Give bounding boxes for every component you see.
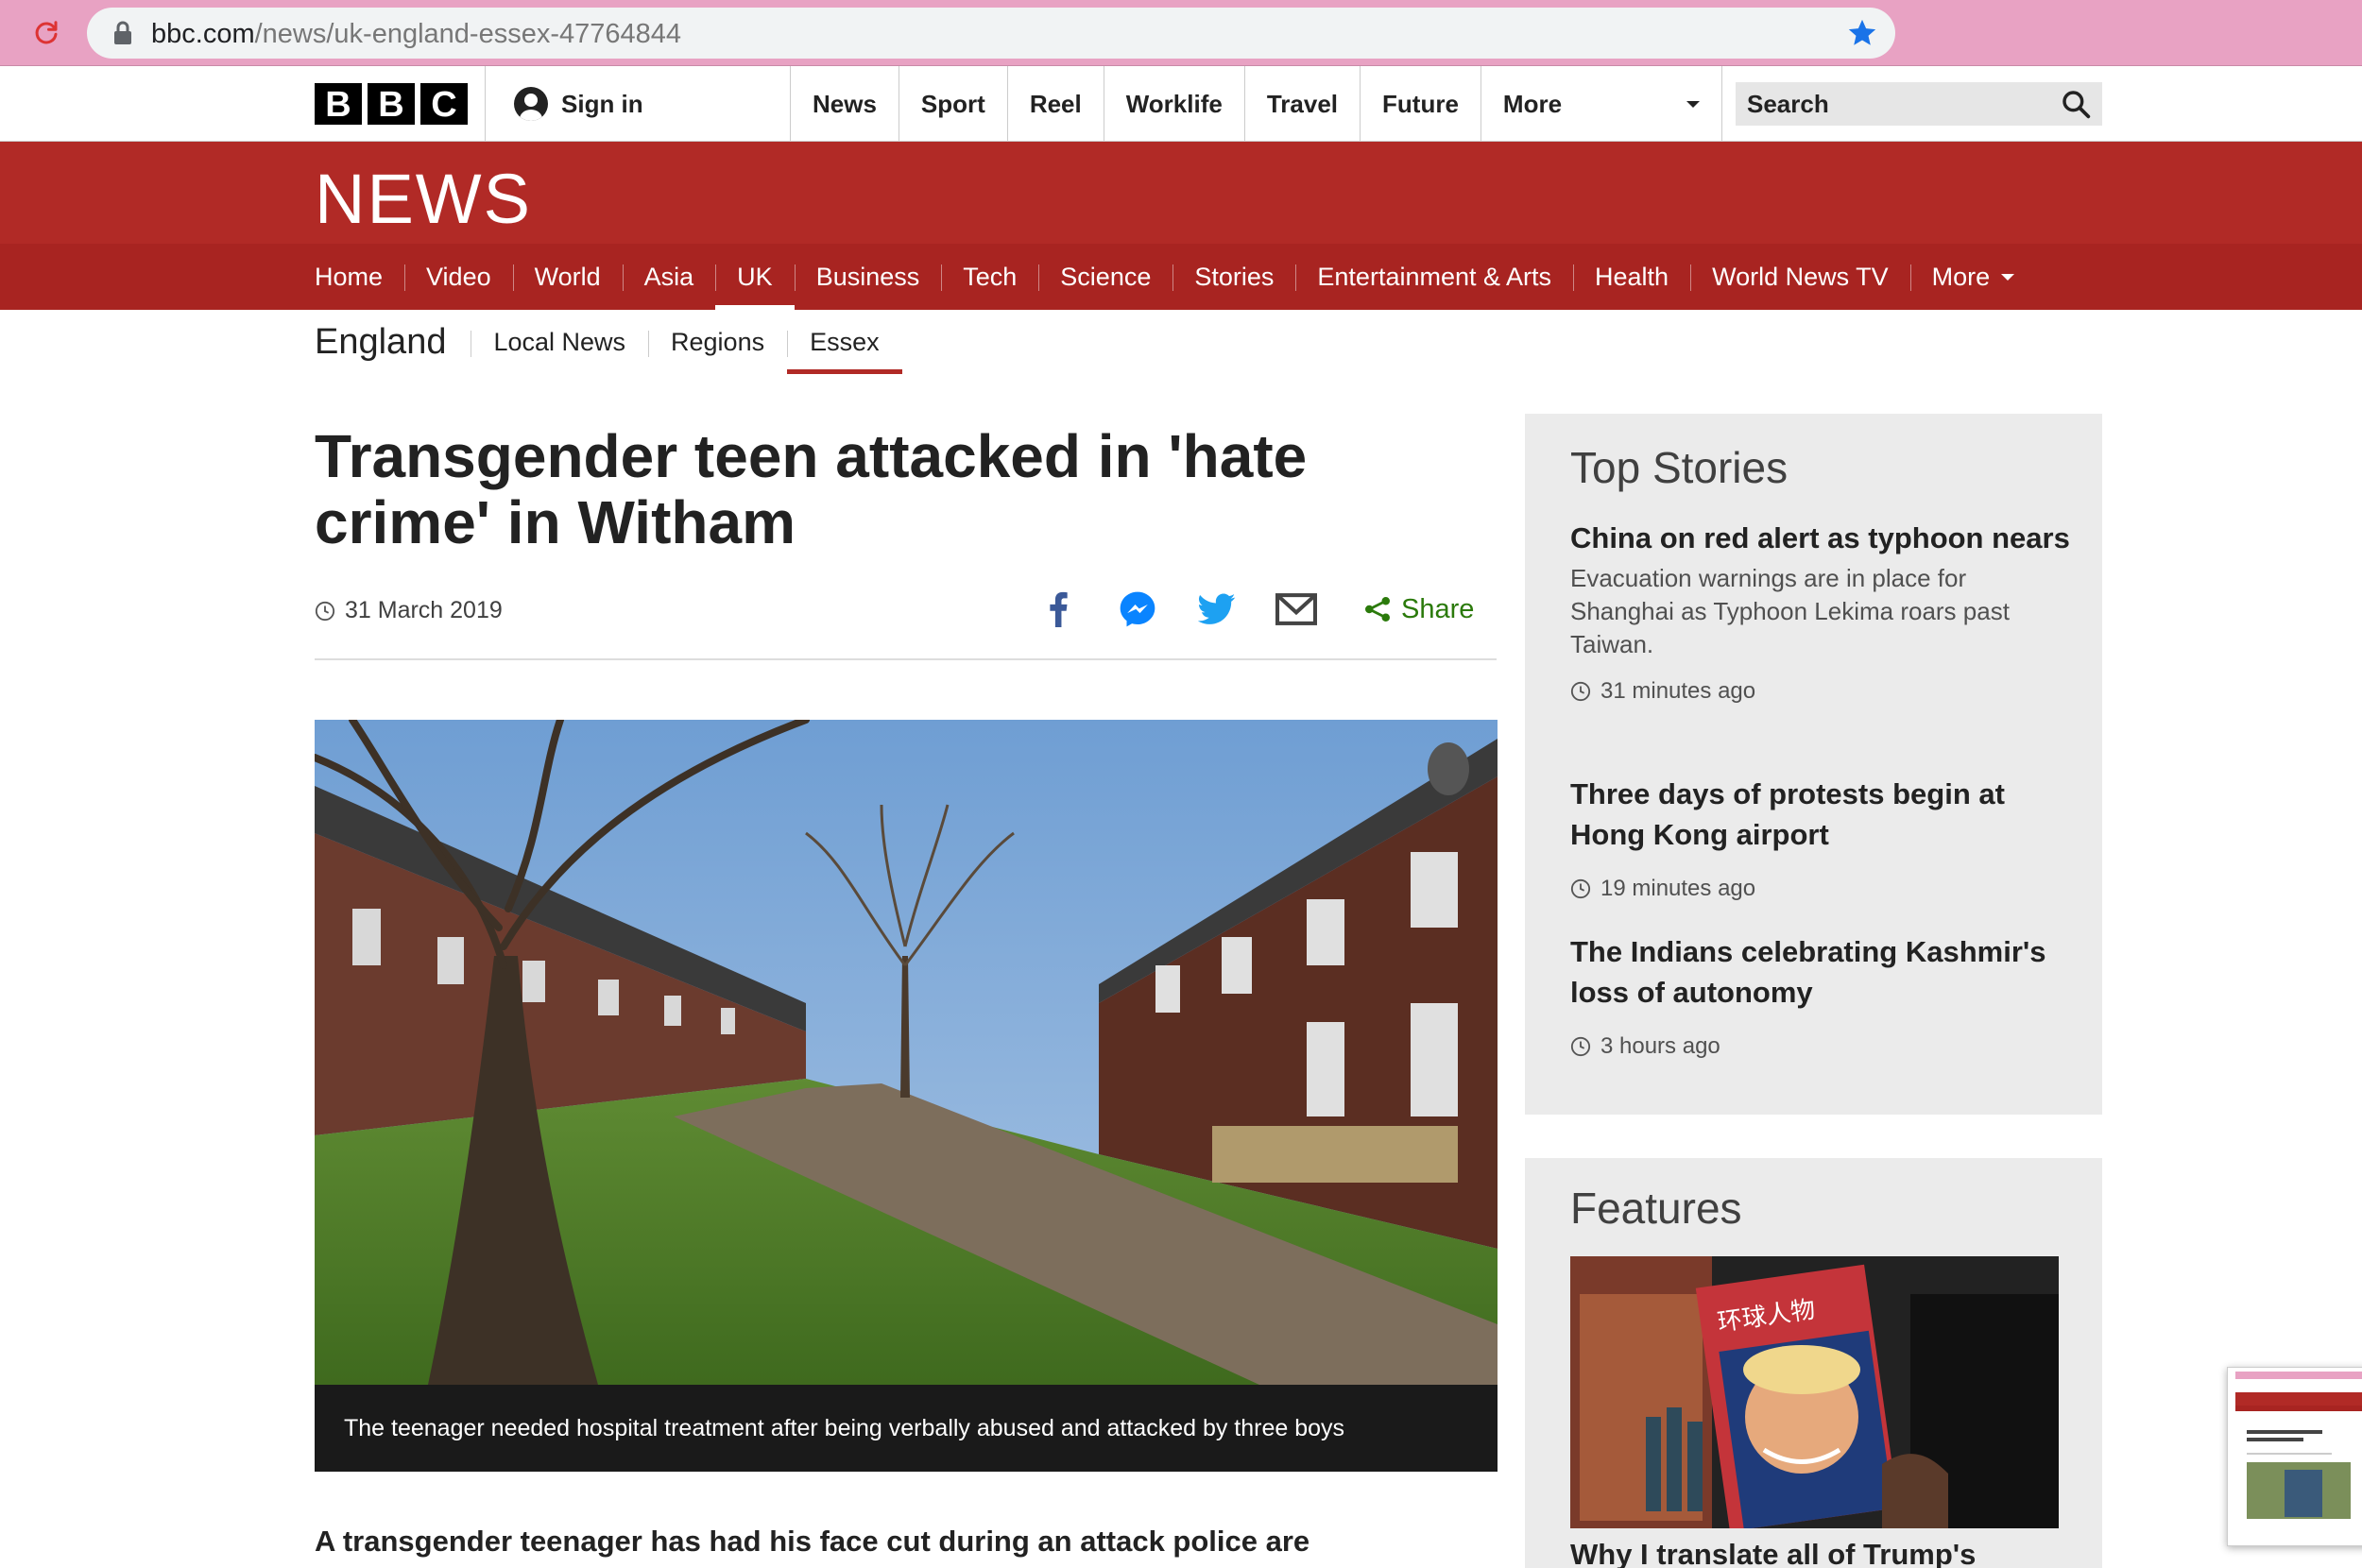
lock-icon — [114, 21, 131, 44]
story-summary: Evacuation warnings are in place for Sha… — [1570, 564, 2010, 658]
section-more-label: More — [1931, 262, 1991, 291]
nav-more-label: More — [1502, 89, 1563, 118]
feature-image[interactable]: 环球人物 — [1570, 1256, 2059, 1528]
bbc-global-nav: B B C Sign in News Sport Reel Worklife T… — [0, 66, 2362, 142]
top-story-item[interactable]: Three days of protests begin at Hong Kon… — [1570, 774, 2071, 902]
sign-in-button[interactable]: Sign in — [485, 66, 790, 142]
story-title[interactable]: Three days of protests begin at Hong Kon… — [1570, 774, 2071, 855]
bbc-logo[interactable]: B B C — [315, 83, 468, 125]
search-icon[interactable] — [2061, 89, 2091, 119]
nav-worklife[interactable]: Worklife — [1103, 66, 1244, 142]
story-title[interactable]: The Indians celebrating Kashmir's loss o… — [1570, 931, 2071, 1013]
nav-reel[interactable]: Reel — [1006, 66, 1104, 142]
email-share-button[interactable] — [1273, 586, 1320, 633]
section-entertainment-arts[interactable]: Entertainment & Arts — [1295, 244, 1573, 310]
subnav-local-news[interactable]: Local News — [471, 310, 648, 374]
story-time: 3 hours ago — [1570, 1033, 2071, 1060]
section-stories[interactable]: Stories — [1172, 244, 1295, 310]
news-section-nav: Home Video World Asia UK Business Tech S… — [0, 244, 2362, 310]
section-science[interactable]: Science — [1038, 244, 1172, 310]
top-stories-title: Top Stories — [1570, 443, 1789, 492]
url-text[interactable]: bbc.com/news/uk-england-essex-47764844 — [151, 19, 681, 50]
divider — [315, 658, 1497, 660]
chevron-down-icon — [1686, 100, 1700, 108]
nav-news[interactable]: News — [790, 66, 899, 142]
story-time: 19 minutes ago — [1570, 876, 2071, 902]
section-more-dropdown[interactable]: More — [1909, 244, 2037, 310]
news-logo[interactable]: NEWS — [315, 159, 532, 239]
clock-icon — [1570, 1036, 1591, 1057]
section-home[interactable]: Home — [315, 244, 404, 310]
nav-sport[interactable]: Sport — [898, 66, 1007, 142]
section-world[interactable]: World — [512, 244, 623, 310]
subnav-essex[interactable]: Essex — [787, 310, 902, 374]
section-asia[interactable]: Asia — [622, 244, 716, 310]
story-time-text: 19 minutes ago — [1600, 876, 1756, 901]
facebook-share-button[interactable] — [1035, 586, 1082, 633]
bookmark-star-icon[interactable] — [1846, 17, 1878, 49]
section-uk[interactable]: UK — [715, 244, 795, 310]
messenger-icon — [1120, 591, 1155, 627]
section-business[interactable]: Business — [794, 244, 942, 310]
features-title: Features — [1570, 1184, 1742, 1233]
section-video[interactable]: Video — [404, 244, 513, 310]
share-button[interactable]: Share — [1363, 594, 1474, 625]
article-image[interactable] — [315, 720, 1498, 1385]
share-icon — [1365, 597, 1390, 622]
features-panel: Features 环球人物 Why I translate all of Tru… — [1525, 1158, 2102, 1568]
bbc-logo-letter: B — [368, 83, 415, 125]
news-masthead: NEWS — [0, 142, 2362, 244]
section-health[interactable]: Health — [1573, 244, 1690, 310]
top-story-item[interactable]: China on red alert as typhoon nears Evac… — [1570, 518, 2071, 705]
global-nav-links: News Sport Reel Worklife Travel Future M… — [790, 66, 1722, 142]
screenshot-thumbnail[interactable] — [2227, 1367, 2362, 1546]
clock-icon — [1570, 878, 1591, 899]
story-title[interactable]: China on red alert as typhoon nears — [1570, 518, 2071, 558]
chevron-down-icon — [2001, 273, 2015, 281]
nav-more-dropdown[interactable]: More — [1480, 66, 1722, 142]
clock-icon — [1570, 681, 1591, 702]
bbc-logo-letter: B — [315, 83, 362, 125]
bbc-logo-letter: C — [420, 83, 468, 125]
section-world-news-tv[interactable]: World News TV — [1690, 244, 1910, 310]
feature-title[interactable]: Why I translate all of Trump's — [1570, 1538, 2071, 1568]
story-time-text: 3 hours ago — [1600, 1033, 1720, 1059]
nav-travel[interactable]: Travel — [1243, 66, 1360, 142]
messenger-share-button[interactable] — [1114, 586, 1161, 633]
share-tools: Share — [1035, 586, 1474, 633]
article-date: 31 March 2019 — [315, 597, 503, 624]
article-lead-paragraph: A transgender teenager has had his face … — [315, 1525, 1310, 1558]
browser-toolbar: bbc.com/news/uk-england-essex-47764844 — [0, 0, 2362, 66]
search-input[interactable]: Search — [1736, 82, 2102, 126]
reload-icon[interactable] — [26, 13, 66, 53]
section-tech[interactable]: Tech — [941, 244, 1038, 310]
article-date-text: 31 March 2019 — [345, 597, 503, 623]
region-title[interactable]: England — [315, 322, 446, 363]
facebook-icon — [1050, 591, 1068, 627]
subnav-regions[interactable]: Regions — [648, 310, 787, 374]
image-caption: The teenager needed hospital treatment a… — [315, 1385, 1498, 1472]
twitter-icon — [1198, 593, 1236, 624]
envelope-icon — [1275, 593, 1317, 625]
top-stories-panel: Top Stories China on red alert as typhoo… — [1525, 414, 2102, 1115]
story-time: 31 minutes ago — [1570, 678, 2071, 705]
article-headline: Transgender teen attacked in 'hate crime… — [315, 422, 1308, 556]
sign-in-label: Sign in — [561, 89, 643, 118]
story-time-text: 31 minutes ago — [1600, 678, 1756, 704]
user-icon — [514, 87, 548, 121]
top-story-item[interactable]: The Indians celebrating Kashmir's loss o… — [1570, 931, 2071, 1060]
clock-icon — [315, 601, 335, 621]
share-label: Share — [1401, 593, 1475, 624]
england-subnav: England Local News Regions Essex — [315, 310, 902, 374]
search-placeholder: Search — [1747, 90, 1829, 118]
twitter-share-button[interactable] — [1193, 586, 1241, 633]
nav-future[interactable]: Future — [1360, 66, 1481, 142]
address-bar[interactable]: bbc.com/news/uk-england-essex-47764844 — [87, 8, 1895, 59]
